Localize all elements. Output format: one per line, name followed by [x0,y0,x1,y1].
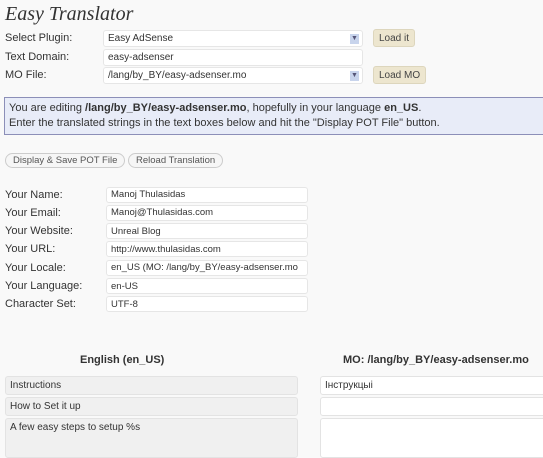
header-mo: MO: /lang/by_BY/easy-adsenser.mo [343,354,529,366]
profile-row: Your Email: Manoj@Thulasidas.com [5,204,308,221]
reload-translation-button[interactable]: Reload Translation [128,153,224,168]
english-string: How to Set it up [5,397,298,416]
profile-label: Your Locale: [5,261,66,274]
english-string: A few easy steps to setup %s [5,418,298,458]
profile-input[interactable]: en_US (MO: /lang/by_BY/easy-adsenser.mo [106,259,308,276]
profile-label: Your Name: [5,188,63,201]
profile-row: Your Website: Unreal Blog [5,223,308,240]
display-save-pot-button[interactable]: Display & Save POT File [5,153,126,168]
profile-row: Your Locale: en_US (MO: /lang/by_BY/easy-… [5,259,308,276]
header-english: English (en_US) [80,354,165,366]
info-text: , hopefully in your language [246,102,385,114]
chevron-down-icon: ▼ [350,70,359,81]
domain-label: Text Domain: [5,51,70,63]
profile-label: Character Set: [5,298,76,311]
plugin-select[interactable]: Easy AdSense ▼ [103,29,363,47]
mo-label: MO File: [5,69,47,81]
mo-row: MO File: /lang/by_BY/easy-adsenser.mo ▼ L… [5,66,427,84]
profile-label: Your URL: [5,243,56,256]
profile-label: Your Website: [5,225,73,238]
profile-input[interactable]: en-US [106,278,308,294]
profile-input[interactable]: Manoj Thulasidas [106,186,308,203]
plugin-value: Easy AdSense [108,32,174,44]
profile-input[interactable]: UTF-8 [106,296,308,313]
info-text: . [418,102,422,114]
profile-input[interactable]: Unreal Blog [106,223,308,240]
profile-row: Your Language: en-US [5,278,308,295]
info-lang: en_US [384,102,419,114]
profile-label: Your Email: [5,206,61,219]
profile-label: Your Language: [5,280,83,292]
profile-input[interactable]: Manoj@Thulasidas.com [106,204,308,221]
page-title: Easy Translator [5,3,134,25]
load-mo-button[interactable]: Load MO [373,66,427,84]
translation-input[interactable] [320,397,543,416]
translation-input[interactable] [320,418,543,458]
info-text: You are editing [9,102,86,114]
profile-row: Your URL: http://www.thulasidas.com [5,241,308,258]
info-box: You are editing /lang/by_BY/easy-adsense… [4,97,543,135]
chevron-down-icon: ▼ [350,33,359,44]
mo-file-select[interactable]: /lang/by_BY/easy-adsenser.mo ▼ [103,66,363,84]
text-domain-input[interactable]: easy-adsenser [103,48,363,66]
profile-row: Character Set: UTF-8 [5,296,308,313]
load-it-button[interactable]: Load it [373,29,416,47]
mo-value: /lang/by_BY/easy-adsenser.mo [108,69,247,81]
profile-input[interactable]: http://www.thulasidas.com [106,241,308,258]
plugin-label: Select Plugin: [5,32,73,44]
translation-input[interactable]: Інструкцыі [320,376,543,395]
info-file: /lang/by_BY/easy-adsenser.mo [85,102,247,114]
profile-row: Your Name: Manoj Thulasidas [5,186,308,203]
plugin-row: Select Plugin: Easy AdSense ▼ Load it [5,29,416,47]
info-line2: Enter the translated strings in the text… [9,117,440,129]
domain-row: Text Domain: easy-adsenser [5,48,363,66]
english-string: Instructions [5,376,298,395]
